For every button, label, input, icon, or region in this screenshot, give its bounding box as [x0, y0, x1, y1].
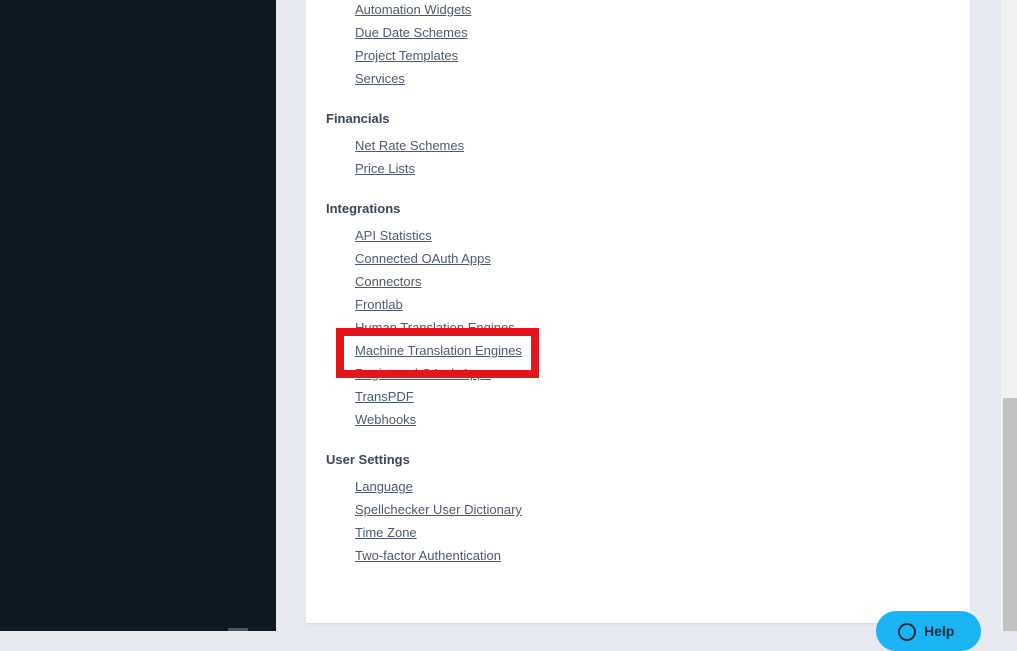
link-services[interactable]: Services	[355, 67, 522, 90]
link-transpdf[interactable]: TransPDF	[355, 385, 522, 408]
link-registered-oauth-apps[interactable]: Registered OAuth Apps	[355, 362, 522, 385]
section-heading: Integrations	[326, 201, 401, 216]
link-net-rate-schemes[interactable]: Net Rate Schemes	[355, 134, 522, 157]
link-price-lists[interactable]: Price Lists	[355, 157, 522, 180]
link-connected-oauth-apps[interactable]: Connected OAuth Apps	[355, 247, 522, 270]
link-frontlab[interactable]: Frontlab	[355, 293, 522, 316]
section-heading: User Settings	[326, 452, 410, 467]
help-button[interactable]: Help	[876, 611, 981, 651]
main-content: Automation Widgets Due Date Schemes Proj…	[276, 0, 1001, 631]
link-due-date-schemes[interactable]: Due Date Schemes	[355, 21, 522, 44]
link-language[interactable]: Language	[355, 475, 522, 498]
link-two-factor-authentication[interactable]: Two-factor Authentication	[355, 544, 522, 567]
section-general: Automation Widgets Due Date Schemes Proj…	[326, 0, 522, 90]
link-spellchecker-user-dictionary[interactable]: Spellchecker User Dictionary	[355, 498, 522, 521]
help-label: Help	[924, 623, 955, 639]
scrollbar[interactable]	[1001, 0, 1017, 631]
link-webhooks[interactable]: Webhooks	[355, 408, 522, 431]
help-circle-icon	[898, 623, 916, 641]
link-time-zone[interactable]: Time Zone	[355, 521, 522, 544]
link-automation-widgets[interactable]: Automation Widgets	[355, 0, 522, 21]
link-machine-translation-engines[interactable]: Machine Translation Engines	[355, 339, 522, 362]
settings-card: Automation Widgets Due Date Schemes Proj…	[306, 0, 970, 623]
link-human-translation-engines[interactable]: Human Translation Engines	[355, 316, 522, 339]
scrollbar-thumb[interactable]	[1003, 398, 1017, 631]
section-user-settings: User Settings Language Spellchecker User…	[326, 448, 522, 567]
section-integrations: Integrations API Statistics Connected OA…	[326, 197, 522, 431]
sidebar	[0, 0, 276, 631]
link-api-statistics[interactable]: API Statistics	[355, 224, 522, 247]
section-financials: Financials Net Rate Schemes Price Lists	[326, 107, 522, 180]
settings-list: Automation Widgets Due Date Schemes Proj…	[326, 0, 522, 567]
link-connectors[interactable]: Connectors	[355, 270, 522, 293]
section-heading: Financials	[326, 111, 390, 126]
link-project-templates[interactable]: Project Templates	[355, 44, 522, 67]
